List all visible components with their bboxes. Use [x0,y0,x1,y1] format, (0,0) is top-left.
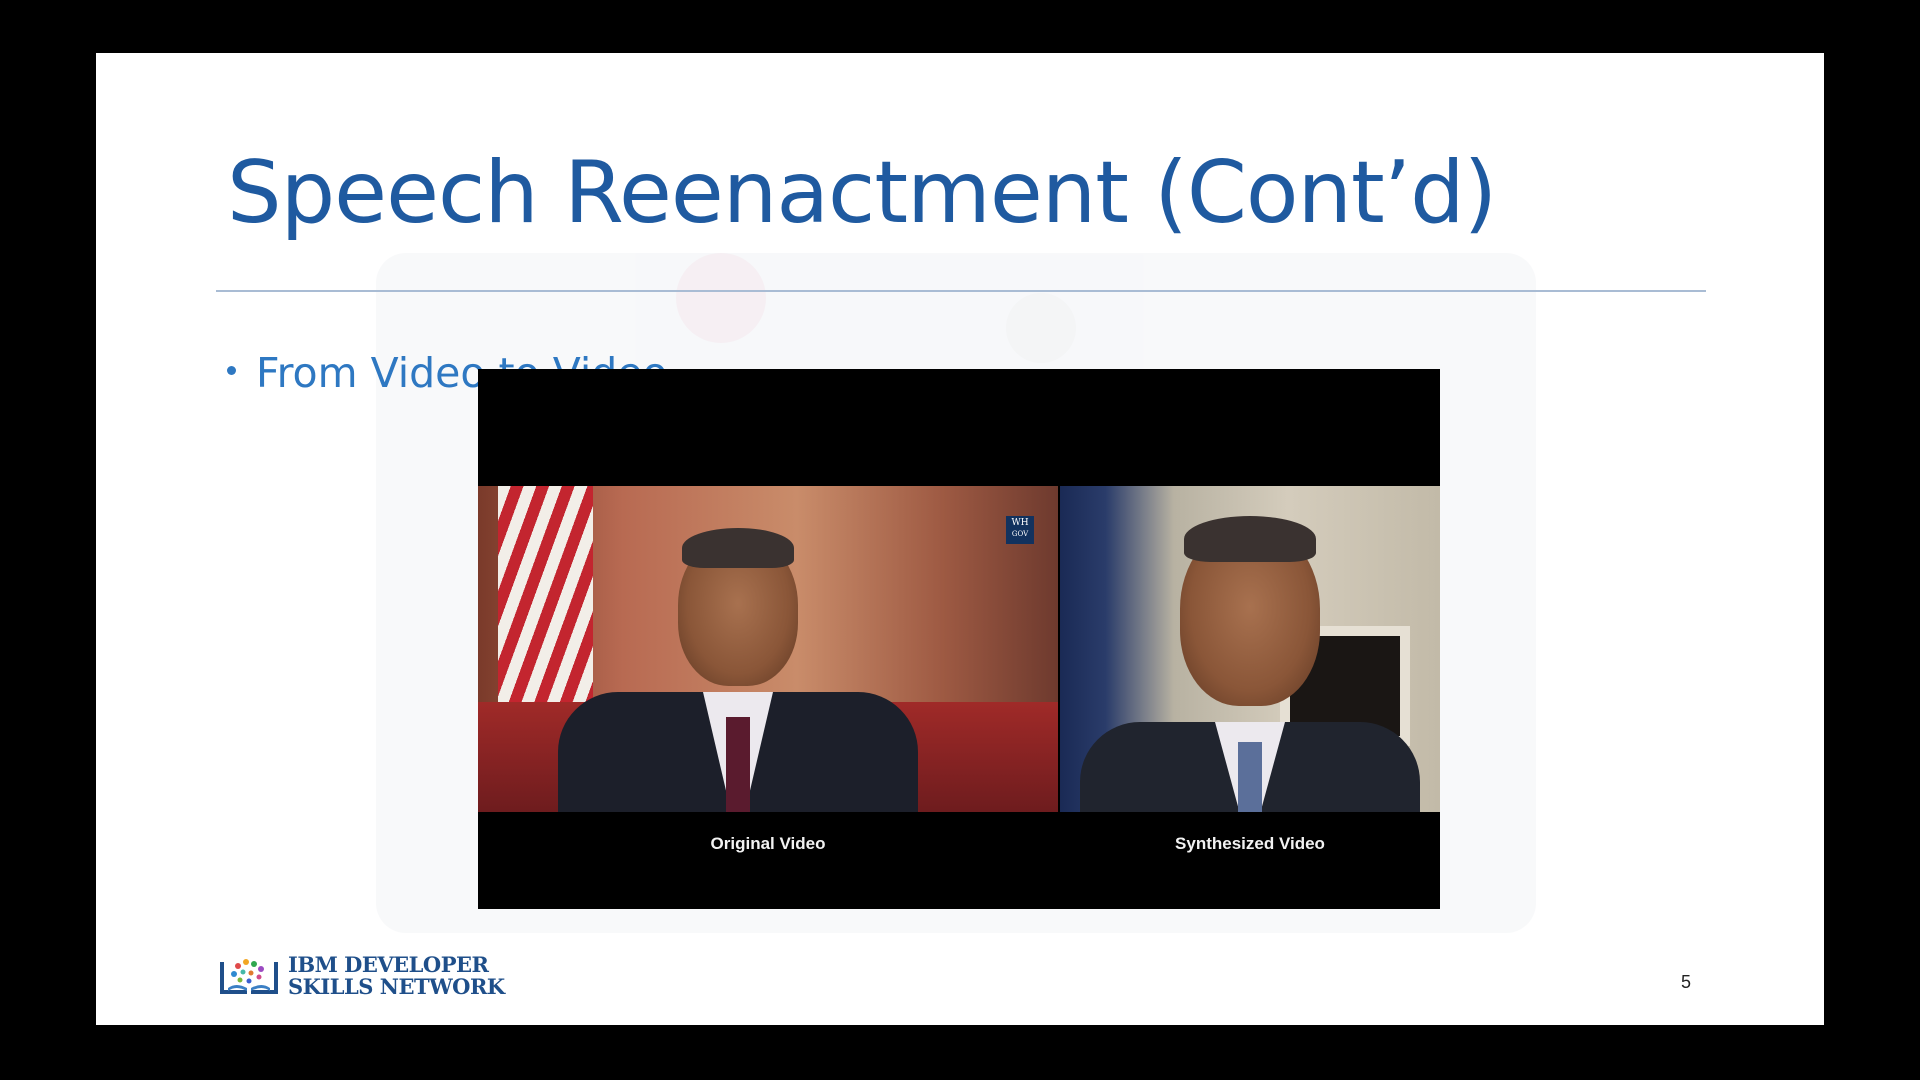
ibm-skills-network-logo: IBM DEVELOPER SKILLS NETWORK [216,951,505,1001]
presentation-slide: Speech Reenactment (Cont’d) From Video t… [96,53,1824,1025]
original-video-caption: Original Video [710,834,826,853]
speaker-right [1080,486,1420,812]
original-video-frame: WH GOV [478,486,1058,812]
logo-line-2: SKILLS NETWORK [288,974,505,999]
logo-line-1: IBM DEVELOPER [288,952,489,977]
slide-page-number: 5 [1681,972,1692,992]
slide-title: Speech Reenactment (Cont’d) [227,143,1497,243]
synthesized-video-caption: Synthesized Video [1175,834,1325,853]
speaker-left [558,486,918,812]
title-underline [216,290,1706,292]
bullet-dot-icon [227,365,236,375]
book-tree-icon [216,954,282,998]
synthesized-video-frame [1060,486,1440,812]
video-player[interactable]: WH GOV Original Video Synthesized Video [478,369,1440,909]
wh-gov-badge: WH GOV [1006,516,1034,544]
